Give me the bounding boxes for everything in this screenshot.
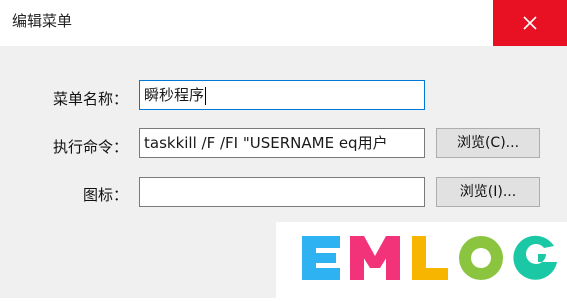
close-button[interactable]	[493, 0, 567, 46]
emlog-logo	[302, 235, 557, 280]
logo-letter-l	[412, 236, 448, 280]
command-input[interactable]: taskkill /F /FI "USERNAME eq用户	[139, 128, 425, 158]
menu-name-input[interactable]: 瞬秒程序	[139, 80, 425, 110]
logo-letter-g	[513, 235, 557, 280]
title-bar: 编辑菜单	[0, 0, 567, 46]
window-title: 编辑菜单	[12, 12, 73, 30]
command-value: taskkill /F /FI "USERNAME eq用户	[144, 134, 388, 152]
close-icon	[523, 16, 537, 30]
browse-command-button[interactable]: 浏览(C)...	[436, 128, 540, 158]
logo-letter-e	[302, 236, 340, 280]
menu-name-value: 瞬秒程序	[144, 86, 205, 104]
watermark	[276, 222, 567, 298]
menu-name-label: 菜单名称：	[52, 90, 128, 108]
logo-letter-o	[459, 236, 503, 280]
logo-letter-m	[350, 236, 400, 280]
icon-input[interactable]	[139, 177, 425, 207]
command-label: 执行命令：	[52, 138, 128, 156]
icon-label: 图标：	[82, 186, 128, 204]
browse-icon-button[interactable]: 浏览(I)...	[436, 177, 540, 207]
text-caret	[205, 86, 207, 105]
